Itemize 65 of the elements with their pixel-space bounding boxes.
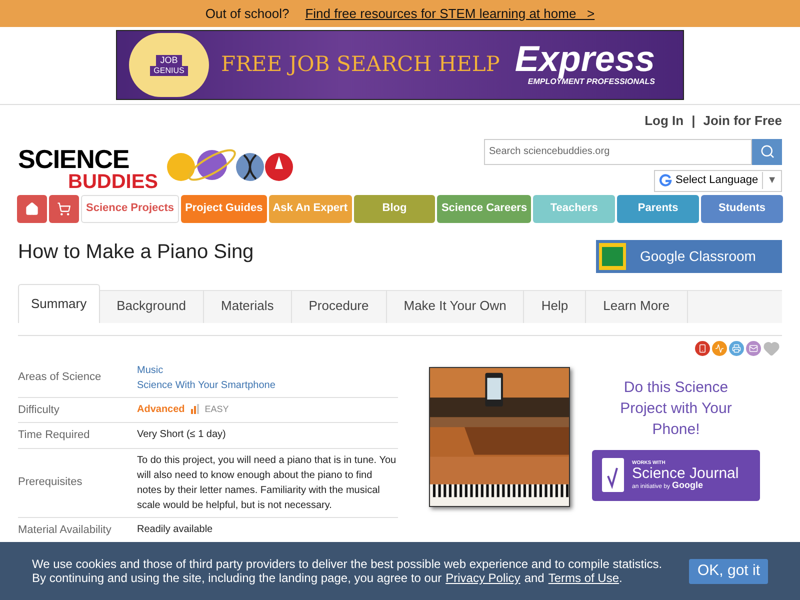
difficulty-bars-icon [190,404,199,414]
difficulty-value: Advanced [137,402,185,416]
row-value: Readily available [137,522,214,536]
row-value: Very Short (≤ 1 day) [137,428,227,442]
heart-icon[interactable] [763,340,780,356]
logo-bottom: BUDDIES [67,172,158,192]
cookie-text: By continuing and using the site, including the landing page, you agree to our [32,571,442,585]
emblem-top: JOB [156,54,182,66]
row-label: Areas of Science [18,370,102,386]
section-tab[interactable]: Background [100,290,204,322]
section-tab[interactable]: Make It Your Own [386,290,524,322]
mail-icon[interactable] [746,340,761,356]
emblem-bottom: GENIUS [150,66,188,76]
ad-brand-subtitle: EMPLOYMENT PROFESSIONALS [528,77,655,88]
search-button[interactable] [752,138,782,164]
language-select[interactable]: Select Language ▼ [654,170,782,192]
page-title: How to Make a Piano Sing [18,240,254,264]
home-icon [25,202,39,216]
topic-link[interactable]: Music [137,362,164,378]
row-label: Difficulty [18,402,60,418]
promo-text: Out of school? [205,4,290,23]
search-field[interactable]: Search sciencebuddies.org [484,138,752,164]
ad-headline: FREE JOB SEARCH HELP [221,51,501,78]
row-label: Prerequisites [18,475,82,490]
login-link[interactable]: Log In [644,111,684,130]
badge-brand: Google [672,480,704,490]
google-g-icon [658,174,672,187]
job-ad-banner[interactable]: JOB GENIUS FREE JOB SEARCH HELP Express EMPLOYMENT PROFESSIONALS [116,30,684,100]
cart-icon [57,202,71,216]
search-icon [760,144,774,159]
google-classroom-button[interactable]: Google Classroom [596,240,782,272]
section-tab[interactable]: Procedure [292,290,387,322]
section-tab[interactable]: Learn More [586,290,688,322]
journal-icon [600,456,626,494]
nav-tab[interactable]: Science Projects [81,194,180,222]
accept-cookies-button[interactable]: OK, got it [689,558,768,584]
cookie-text: and [524,571,544,585]
language-label: Select Language [676,172,764,189]
privacy-policy-link[interactable]: Privacy Policy [446,571,520,585]
cookie-text: . [619,571,622,585]
join-link[interactable]: Join for Free [703,111,782,130]
logo-top: SCIENCE [18,146,130,172]
topic-link[interactable]: Science With Your Smartphone [137,378,276,392]
nav-tab[interactable]: Students [701,194,783,222]
row-label: Time Required [18,428,90,443]
home-button[interactable] [17,194,47,222]
terms-link[interactable]: Terms of Use [548,571,620,585]
badge-title: Science Journal [632,466,739,480]
section-tab[interactable]: Materials [204,290,292,322]
promo-link[interactable]: Find free resources for STEM learning at home > [305,4,595,24]
section-tab[interactable]: Help [524,290,586,322]
difficulty-note: EASY [204,402,229,416]
section-tab[interactable]: Summary [18,284,100,322]
print-icon[interactable] [729,340,744,356]
ad-brand: Express [514,42,655,76]
row-value: To do this project, you will need a piano that is in tune. You will also need to know enough about the piano to find notes by their letter names. Familiarity with the musical scale would be helpful, but is not necessary. [137,454,398,512]
caret-icon: ▼ [767,173,777,188]
row-label: Material Availability [18,522,112,538]
wave-icon[interactable] [712,340,727,356]
cookie-text: We use cookies and those of third party providers to deliver the best possible web experience and to compile statistics. [32,557,664,571]
separator: | [692,112,696,130]
cart-button[interactable] [49,194,79,222]
phone-icon[interactable] [695,340,710,356]
classroom-icon [599,242,626,270]
phone-promo-text: Do this Science Project with Your Phone! [619,378,733,440]
